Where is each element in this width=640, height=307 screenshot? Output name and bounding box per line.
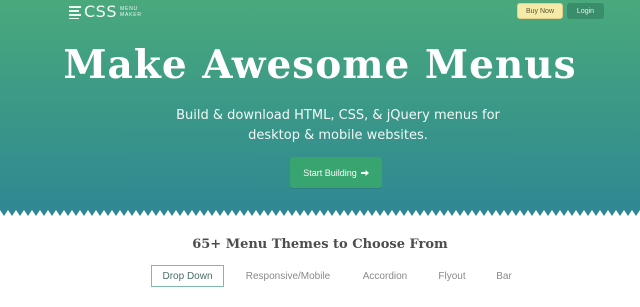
arrow-right-icon bbox=[360, 169, 369, 176]
hero-title: Make Awesome Menus bbox=[63, 42, 577, 88]
menu-lines-icon bbox=[69, 5, 81, 19]
start-building-label: Start Building bbox=[303, 167, 357, 178]
logo[interactable]: CSS MENU MAKER bbox=[69, 4, 142, 20]
logo-text: CSS bbox=[84, 2, 117, 21]
themes-title: 65+ Menu Themes to Choose From bbox=[192, 237, 448, 252]
start-building-button[interactable]: Start Building bbox=[290, 157, 382, 188]
tab-drop-down[interactable]: Drop Down bbox=[151, 265, 224, 287]
logo-subtext-line2: MAKER bbox=[119, 12, 142, 18]
login-button[interactable]: Login bbox=[567, 3, 604, 19]
tab-flyout[interactable]: Flyout bbox=[428, 265, 476, 287]
tab-bar[interactable]: Bar bbox=[486, 265, 522, 287]
logo-subtext: MENU MAKER bbox=[120, 6, 142, 18]
buy-now-button[interactable]: Buy Now bbox=[517, 3, 563, 19]
tab-accordion[interactable]: Accordion bbox=[353, 265, 417, 287]
hero-subtitle: Build & download HTML, CSS, & jQuery men… bbox=[176, 108, 500, 143]
zigzag-divider bbox=[0, 210, 640, 218]
hero-banner: CSS MENU MAKER Buy Now Login Make Awesom… bbox=[0, 0, 640, 216]
theme-tabs: Drop Down Responsive/Mobile Accordion Fl… bbox=[0, 265, 640, 287]
tab-responsive-mobile[interactable]: Responsive/Mobile bbox=[236, 265, 340, 287]
